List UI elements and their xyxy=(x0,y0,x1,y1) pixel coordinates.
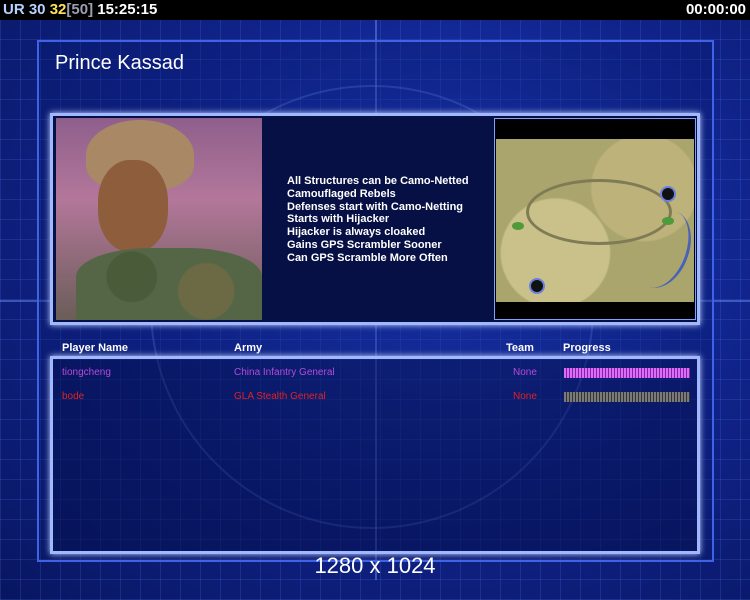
hud-players-max: [50] xyxy=(66,1,94,18)
players-list-panel xyxy=(50,356,700,554)
player-name: tiongcheng xyxy=(62,367,111,378)
map-tree xyxy=(662,217,674,225)
map-terrain xyxy=(496,139,702,302)
general-traits-list: All Structures can be Camo-Netted Camouf… xyxy=(287,175,469,265)
portrait-face xyxy=(98,160,168,252)
player-team: None xyxy=(513,367,537,378)
col-header-army: Army xyxy=(234,342,263,354)
trait-item: Camouflaged Rebels xyxy=(287,187,396,200)
hud-ur-label: UR xyxy=(3,1,25,18)
player-progress-bar xyxy=(564,392,690,402)
hud-timer: 00:00:00 xyxy=(685,1,746,18)
hud-bar: UR 30 32[50] 15:25:15 00:00:00 xyxy=(0,0,750,20)
col-header-progress: Progress xyxy=(563,342,611,354)
player-row: tiongcheng China Infantry General None xyxy=(0,367,750,381)
spawn-point-marker xyxy=(660,186,676,202)
trait-item: Can GPS Scramble More Often xyxy=(287,251,448,264)
col-header-player: Player Name xyxy=(62,342,129,354)
map-tree xyxy=(512,222,524,230)
resolution-label: 1280 x 1024 xyxy=(314,553,436,578)
hud-players-count: 32 xyxy=(49,1,67,18)
player-name: bode xyxy=(62,391,85,402)
trait-item: Starts with Hijacker xyxy=(287,213,390,226)
map-preview xyxy=(494,118,702,320)
portrait-camo-body xyxy=(76,248,262,320)
trait-item: All Structures can be Camo-Netted xyxy=(287,175,469,187)
hud-clock: 15:25:15 xyxy=(97,1,158,18)
hud-ur-value: 30 xyxy=(28,1,46,18)
general-portrait xyxy=(56,118,262,320)
player-army: GLA Stealth General xyxy=(234,391,326,402)
trait-item: Gains GPS Scrambler Sooner xyxy=(287,238,442,251)
trait-item: Defenses start with Camo-Netting xyxy=(287,200,464,213)
screen-title: Prince Kassad xyxy=(55,52,184,74)
player-progress-bar xyxy=(564,368,690,378)
spawn-point-marker xyxy=(529,278,545,294)
player-row: bode GLA Stealth General None xyxy=(0,391,750,405)
trait-item: Hijacker is always cloaked xyxy=(287,226,426,239)
player-team: None xyxy=(513,391,537,402)
col-header-team: Team xyxy=(506,342,534,354)
player-army: China Infantry General xyxy=(234,367,335,378)
